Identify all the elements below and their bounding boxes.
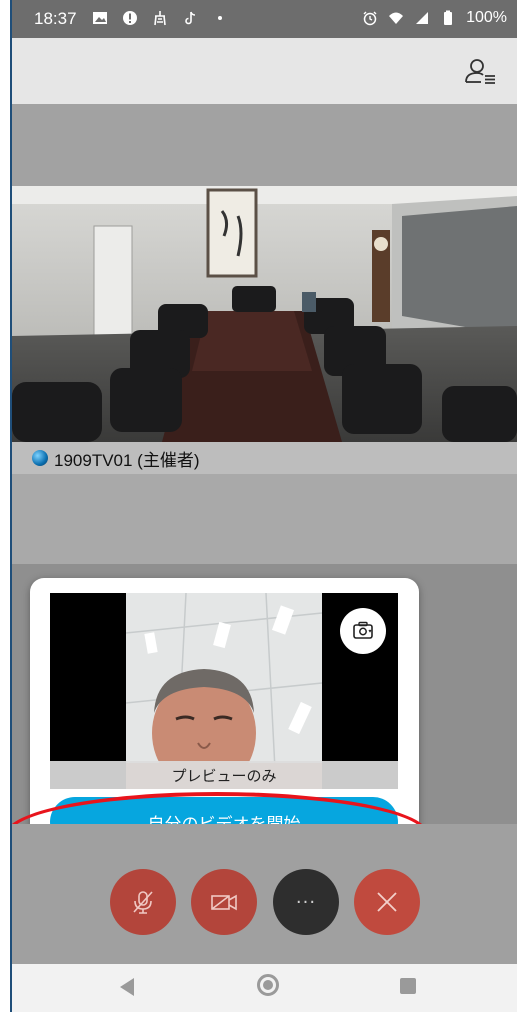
app-header — [12, 38, 517, 104]
more-options-label: ··· — [295, 891, 317, 913]
meeting-controls: ··· — [12, 824, 517, 964]
recents-icon[interactable] — [400, 978, 416, 994]
status-left-icons — [92, 10, 228, 26]
video-off-icon — [211, 894, 237, 911]
app-screen: 18:37 100% 1909TV01 (主催者) プレビューのみ ··· — [12, 0, 517, 1012]
status-time: 18:37 — [34, 9, 77, 28]
video-top-band — [12, 104, 517, 186]
switch-camera-button[interactable] — [340, 608, 386, 654]
close-icon — [377, 892, 397, 912]
self-video-preview-popup: プレビューのみ 自分のビデオを開始 — [30, 578, 419, 861]
microphone-muted-icon — [133, 891, 153, 914]
camera-preview-image — [126, 593, 322, 789]
back-icon[interactable] — [120, 978, 134, 996]
participant-name-bar: 1909TV01 (主催者) — [12, 442, 517, 474]
system-nav-bar — [12, 964, 517, 1012]
home-icon[interactable] — [257, 974, 279, 996]
participant-name: 1909TV01 (主催者) — [54, 450, 200, 470]
mute-button[interactable] — [110, 869, 176, 935]
hotspot-icon — [154, 11, 166, 26]
video-gap-band — [12, 474, 517, 564]
conference-room-image — [12, 186, 517, 442]
status-bar: 18:37 100% — [12, 0, 517, 38]
gallery-icon — [93, 12, 107, 24]
participants-icon[interactable] — [463, 54, 497, 88]
alert-icon — [123, 11, 137, 25]
main-video-feed[interactable] — [12, 186, 517, 442]
battery-icon — [444, 10, 453, 25]
status-right-icons: 100% — [362, 9, 507, 27]
alarm-icon — [363, 11, 377, 26]
tiktok-icon — [185, 11, 196, 25]
dot-icon — [218, 16, 222, 20]
switch-camera-icon — [353, 621, 373, 639]
host-status-icon — [32, 450, 48, 466]
video-toggle-button[interactable] — [191, 869, 257, 935]
leave-meeting-button[interactable] — [354, 869, 420, 935]
signal-icon — [416, 12, 429, 24]
preview-only-label: プレビューのみ — [50, 761, 398, 789]
more-options-button[interactable]: ··· — [273, 869, 339, 935]
wifi-icon — [389, 12, 404, 24]
battery-percent: 100% — [466, 9, 507, 26]
